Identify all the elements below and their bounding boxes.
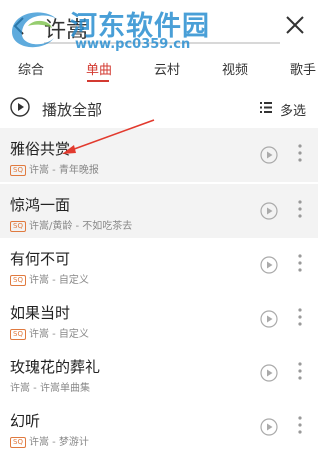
video-play-icon[interactable]	[260, 418, 278, 436]
song-row[interactable]: 惊鸿一面 SQ 许嵩/黄龄 - 不如吃茶去	[0, 184, 318, 238]
song-title: 幻听	[10, 412, 41, 430]
video-play-icon[interactable]	[260, 310, 278, 328]
song-artist-album: 许嵩 - 梦游计	[28, 437, 89, 448]
song-title: 惊鸿一面	[10, 196, 71, 214]
song-row[interactable]: 有何不可 SQ 许嵩 - 自定义	[0, 238, 318, 292]
watermark-logo-icon	[12, 12, 58, 48]
song-row[interactable]: 幻听 SQ 许嵩 - 梦游计	[0, 400, 318, 454]
more-options-icon[interactable]	[298, 254, 302, 272]
more-options-icon[interactable]	[298, 200, 302, 218]
tab-active-indicator	[87, 80, 109, 82]
multi-select-icon[interactable]	[260, 102, 272, 113]
song-row[interactable]: 如果当时 SQ 许嵩 - 自定义	[0, 292, 318, 346]
video-play-icon[interactable]	[260, 146, 278, 164]
video-play-icon[interactable]	[260, 202, 278, 220]
song-meta: SQ 许嵩 - 自定义	[10, 325, 89, 340]
sq-badge: SQ	[10, 275, 26, 286]
song-row[interactable]: 雅俗共赏 SQ 许嵩 - 青年晚报	[0, 128, 318, 182]
song-artist-album: 许嵩 - 自定义	[28, 329, 89, 340]
sq-badge: SQ	[10, 437, 26, 448]
category-tabs: 综合 单曲 云村 视频 歌手	[0, 52, 318, 84]
song-meta: 许嵩 - 许嵩单曲集	[10, 379, 90, 394]
song-meta: SQ 许嵩/黄龄 - 不如吃茶去	[10, 217, 132, 232]
tab-songs[interactable]: 单曲	[86, 59, 112, 78]
sq-badge: SQ	[10, 165, 26, 176]
song-artist-album: 许嵩/黄龄 - 不如吃茶去	[28, 221, 133, 232]
close-icon[interactable]	[284, 14, 306, 36]
song-meta: SQ 许嵩 - 梦游计	[10, 433, 89, 448]
video-play-icon[interactable]	[260, 364, 278, 382]
tab-singers[interactable]: 歌手	[290, 59, 316, 78]
more-options-icon[interactable]	[298, 416, 302, 434]
song-meta: SQ 许嵩 - 青年晚报	[10, 161, 99, 176]
sq-badge: SQ	[10, 329, 26, 340]
play-all-bar: 播放全部 多选	[0, 88, 318, 126]
play-all-icon[interactable]	[10, 97, 30, 117]
tab-cloud-village[interactable]: 云村	[154, 59, 180, 78]
more-options-icon[interactable]	[298, 144, 302, 162]
sq-badge: SQ	[10, 221, 26, 232]
play-all-button[interactable]: 播放全部	[42, 99, 102, 120]
song-row[interactable]: 玫瑰花的葬礼 许嵩 - 许嵩单曲集	[0, 346, 318, 400]
song-artist-album: 许嵩 - 许嵩单曲集	[10, 383, 90, 394]
song-title: 如果当时	[10, 304, 71, 322]
multi-select-button[interactable]: 多选	[280, 100, 306, 119]
tab-comprehensive[interactable]: 综合	[18, 59, 44, 78]
annotation-arrow-icon	[62, 119, 155, 154]
song-title: 玫瑰花的葬礼	[10, 358, 101, 376]
video-play-icon[interactable]	[260, 256, 278, 274]
watermark-url: www.pc0359.cn	[75, 37, 191, 52]
song-artist-album: 许嵩 - 青年晚报	[28, 165, 99, 176]
more-options-icon[interactable]	[298, 308, 302, 326]
search-header: 许嵩 河东软件园 www.pc0359.cn	[0, 0, 318, 52]
tab-videos[interactable]: 视频	[222, 59, 248, 78]
song-meta: SQ 许嵩 - 自定义	[10, 271, 89, 286]
more-options-icon[interactable]	[298, 362, 302, 380]
song-artist-album: 许嵩 - 自定义	[28, 275, 89, 286]
song-title: 有何不可	[10, 250, 71, 268]
